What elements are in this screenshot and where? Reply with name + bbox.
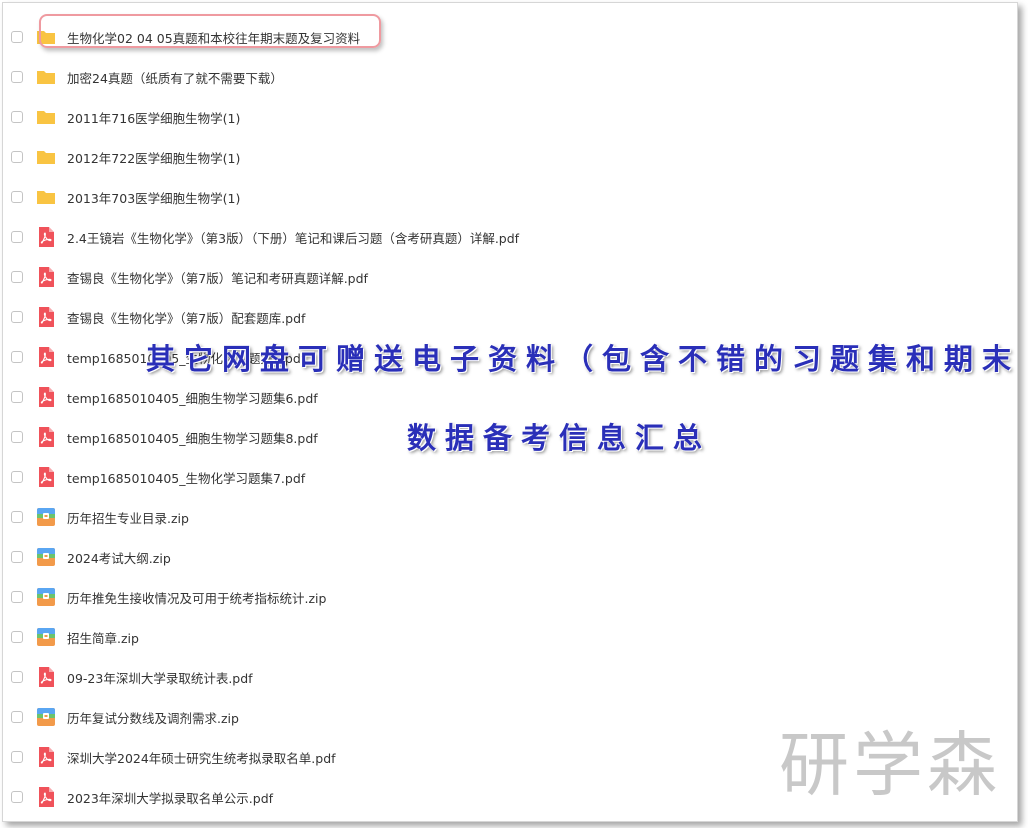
promo-text-line-1: 其它网盘可赠送电子资料（包含不错的习题集和期末题等） (146, 342, 1018, 376)
file-row[interactable]: 历年招生专业目录.zip (3, 497, 1017, 537)
zip-icon (35, 506, 57, 528)
folder-icon (35, 186, 57, 208)
file-row[interactable]: 历年推免生接收情况及可用于统考指标统计.zip (3, 577, 1017, 617)
pdf-icon (35, 746, 57, 768)
row-checkbox[interactable] (11, 631, 23, 643)
row-checkbox[interactable] (11, 151, 23, 163)
zip-icon (35, 546, 57, 568)
file-name[interactable]: 查锡良《生物化学》（第7版）配套题库.pdf (67, 308, 305, 327)
file-row[interactable]: 2024考试大纲.zip (3, 537, 1017, 577)
zip-icon (35, 586, 57, 608)
row-checkbox[interactable] (11, 751, 23, 763)
pdf-icon (35, 266, 57, 288)
pdf-icon (35, 346, 57, 368)
pdf-icon (35, 466, 57, 488)
row-checkbox[interactable] (11, 431, 23, 443)
file-name[interactable]: temp1685010405_细胞生物学习题集8.pdf (67, 428, 318, 447)
file-row[interactable]: 2.4王镜岩《生物化学》（第3版）（下册）笔记和课后习题（含考研真题）详解.pd… (3, 217, 1017, 257)
watermark: 研学森 (779, 724, 1001, 806)
row-checkbox[interactable] (11, 671, 23, 683)
row-checkbox[interactable] (11, 351, 23, 363)
file-name[interactable]: 深圳大学2024年硕士研究生统考拟录取名单.pdf (67, 748, 336, 767)
row-checkbox[interactable] (11, 31, 23, 43)
file-name[interactable]: 2011年716医学细胞生物学(1) (67, 108, 240, 127)
pdf-icon (35, 386, 57, 408)
row-checkbox[interactable] (11, 311, 23, 323)
row-checkbox[interactable] (11, 511, 23, 523)
row-checkbox[interactable] (11, 551, 23, 563)
row-checkbox[interactable] (11, 711, 23, 723)
file-row[interactable]: 招生简章.zip (3, 617, 1017, 657)
row-checkbox[interactable] (11, 391, 23, 403)
file-list-window: 生物化学02 04 05真题和本校往年期末题及复习资料 加密24真题（纸质有了就不… (2, 2, 1018, 822)
file-name[interactable]: 09-23年深圳大学录取统计表.pdf (67, 668, 253, 687)
row-checkbox[interactable] (11, 111, 23, 123)
file-row[interactable]: temp1685010405_细胞生物学习题集6.pdf (3, 377, 1017, 417)
file-row[interactable]: 加密24真题（纸质有了就不需要下载） (3, 57, 1017, 97)
pdf-icon (35, 426, 57, 448)
file-row[interactable]: temp1685010405_生物化学习题集7.pdf (3, 457, 1017, 497)
row-checkbox[interactable] (11, 71, 23, 83)
file-name[interactable]: 2.4王镜岩《生物化学》（第3版）（下册）笔记和课后习题（含考研真题）详解.pd… (67, 228, 519, 247)
row-checkbox[interactable] (11, 591, 23, 603)
file-name[interactable]: 2023年深圳大学拟录取名单公示.pdf (67, 788, 273, 807)
file-name[interactable]: 招生简章.zip (67, 628, 139, 647)
file-name[interactable]: 2024考试大纲.zip (67, 548, 171, 567)
file-row[interactable]: 生物化学02 04 05真题和本校往年期末题及复习资料 (3, 17, 1017, 57)
folder-icon (35, 106, 57, 128)
file-row[interactable]: 2011年716医学细胞生物学(1) (3, 97, 1017, 137)
row-checkbox[interactable] (11, 791, 23, 803)
zip-icon (35, 706, 57, 728)
file-name[interactable]: 2013年703医学细胞生物学(1) (67, 188, 240, 207)
file-name[interactable]: 查锡良《生物化学》（第7版）笔记和考研真题详解.pdf (67, 268, 368, 287)
promo-text-line-2: 数据备考信息汇总 (407, 421, 712, 455)
pdf-icon (35, 666, 57, 688)
file-row[interactable]: 查锡良《生物化学》（第7版）笔记和考研真题详解.pdf (3, 257, 1017, 297)
file-row[interactable]: 2012年722医学细胞生物学(1) (3, 137, 1017, 177)
pdf-icon (35, 226, 57, 248)
row-checkbox[interactable] (11, 271, 23, 283)
zip-icon (35, 626, 57, 648)
file-name[interactable]: 生物化学02 04 05真题和本校往年期末题及复习资料 (67, 28, 360, 47)
file-name[interactable]: 历年推免生接收情况及可用于统考指标统计.zip (67, 588, 326, 607)
file-name[interactable]: 加密24真题（纸质有了就不需要下载） (67, 68, 283, 87)
folder-icon (35, 26, 57, 48)
file-name[interactable]: 2012年722医学细胞生物学(1) (67, 148, 240, 167)
row-checkbox[interactable] (11, 191, 23, 203)
pdf-icon (35, 306, 57, 328)
file-name[interactable]: temp1685010405_生物化学习题集7.pdf (67, 468, 305, 487)
folder-icon (35, 146, 57, 168)
row-checkbox[interactable] (11, 231, 23, 243)
pdf-icon (35, 786, 57, 808)
file-row[interactable]: 09-23年深圳大学录取统计表.pdf (3, 657, 1017, 697)
file-name[interactable]: 历年复试分数线及调剂需求.zip (67, 708, 239, 727)
row-checkbox[interactable] (11, 471, 23, 483)
file-row[interactable]: 2013年703医学细胞生物学(1) (3, 177, 1017, 217)
folder-icon (35, 66, 57, 88)
file-row[interactable]: 查锡良《生物化学》（第7版）配套题库.pdf (3, 297, 1017, 337)
file-name[interactable]: 历年招生专业目录.zip (67, 508, 189, 527)
file-name[interactable]: temp1685010405_细胞生物学习题集6.pdf (67, 388, 318, 407)
